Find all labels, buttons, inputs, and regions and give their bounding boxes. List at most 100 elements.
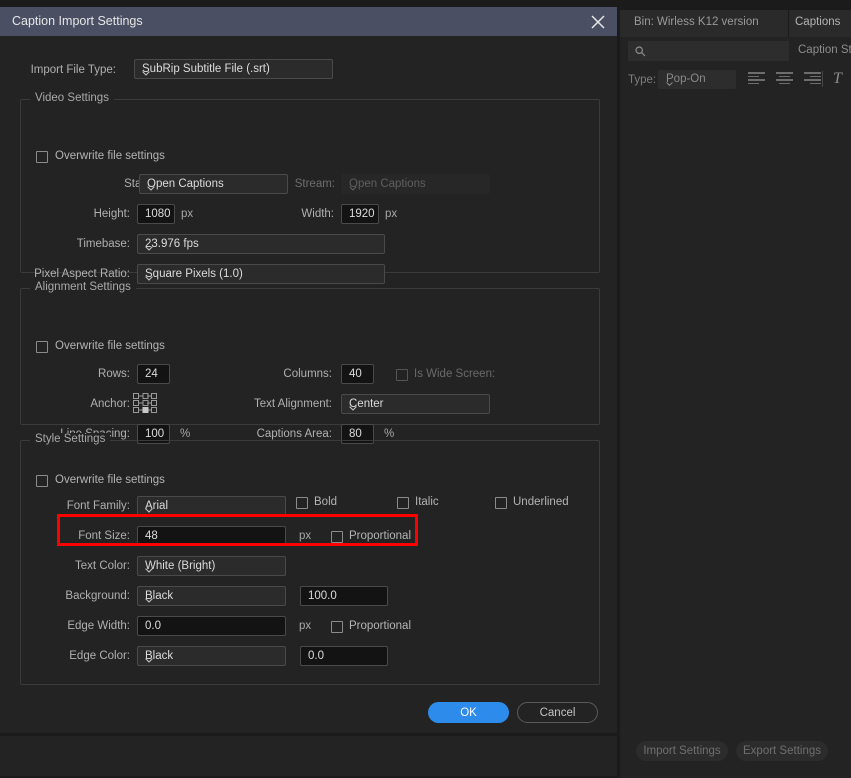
- edge-color-select[interactable]: Black: [137, 646, 286, 666]
- import-settings-button[interactable]: Import Settings: [636, 741, 728, 761]
- font-family-select[interactable]: Arial: [137, 496, 286, 516]
- import-file-type-value: SubRip Subtitle File (.srt): [142, 63, 270, 75]
- font-size-input[interactable]: 48: [137, 526, 286, 546]
- height-unit: px: [181, 208, 194, 220]
- underlined-checkbox[interactable]: [495, 497, 507, 509]
- align-left-icon[interactable]: [748, 70, 765, 87]
- stream-select: Open Captions: [341, 174, 490, 194]
- right-panel-footer: Import Settings Export Settings: [620, 741, 851, 763]
- is-wide-screen-checkbox: [396, 369, 408, 381]
- font-size-unit: px: [299, 530, 312, 542]
- underlined-label: Underlined: [513, 496, 569, 508]
- text-color-value: White (Bright): [145, 560, 216, 572]
- background-opacity-value: 100.0: [308, 590, 337, 602]
- width-value: 1920: [349, 208, 375, 220]
- edge-color-opacity-input[interactable]: 0.0: [300, 646, 388, 666]
- pixel-aspect-ratio-value: Square Pixels (1.0): [145, 268, 243, 280]
- edge-color-label: Edge Color:: [69, 650, 130, 662]
- right-panel-tabbar: Bin: Wirless K12 version Captions: [620, 10, 851, 37]
- stream-label: Stream:: [294, 178, 335, 190]
- pixel-aspect-ratio-label: Pixel Aspect Ratio:: [34, 268, 130, 280]
- text-alignment-select[interactable]: Center: [341, 394, 490, 414]
- bold-checkbox[interactable]: [296, 497, 308, 509]
- background-opacity-input[interactable]: 100.0: [300, 586, 388, 606]
- edge-width-label: Edge Width:: [67, 620, 130, 632]
- chevron-down-icon: [142, 67, 150, 76]
- width-label: Width:: [301, 208, 334, 220]
- chevron-down-icon: [349, 182, 357, 191]
- video-overwrite-checkbox[interactable]: [36, 151, 48, 163]
- app-root: Bin: Wirless K12 version Captions Captio…: [0, 0, 851, 778]
- toolbar-separator: [822, 71, 823, 87]
- pixel-aspect-ratio-select[interactable]: Square Pixels (1.0): [137, 264, 385, 284]
- edge-width-input[interactable]: 0.0: [137, 616, 286, 636]
- background-label: Background:: [65, 590, 130, 602]
- anchor-label: Anchor:: [90, 398, 130, 410]
- chevron-down-icon: [349, 402, 357, 411]
- columns-input[interactable]: 40: [341, 364, 374, 384]
- dialog-titlebar: Caption Import Settings: [0, 7, 617, 36]
- video-settings-title: Video Settings: [30, 92, 114, 104]
- style-overwrite-label: Overwrite file settings: [55, 474, 165, 486]
- edge-width-proportional-checkbox[interactable]: [331, 621, 343, 633]
- background-select[interactable]: Black: [137, 586, 286, 606]
- italic-text-icon[interactable]: T: [833, 70, 842, 88]
- edge-width-proportional-label: Proportional: [349, 620, 412, 632]
- font-size-proportional-checkbox[interactable]: [331, 531, 343, 543]
- rows-label: Rows:: [98, 368, 130, 380]
- chevron-down-icon: [666, 77, 673, 86]
- chevron-down-icon: [145, 564, 153, 573]
- caption-import-settings-dialog: Caption Import Settings Import File Type…: [0, 7, 617, 733]
- font-family-label: Font Family:: [66, 500, 130, 512]
- chevron-down-icon: [145, 654, 153, 663]
- style-overwrite-checkbox[interactable]: [36, 475, 48, 487]
- chevron-down-icon: [145, 504, 153, 513]
- tabbar-divider: [788, 10, 789, 37]
- close-icon[interactable]: [589, 13, 607, 31]
- ok-button[interactable]: OK: [428, 702, 509, 723]
- type-select[interactable]: Pop-On: [658, 70, 736, 89]
- rows-value: 24: [145, 368, 158, 380]
- rows-input[interactable]: 24: [137, 364, 170, 384]
- align-right-icon[interactable]: [804, 70, 821, 87]
- font-size-value: 48: [145, 530, 158, 542]
- video-overwrite-label: Overwrite file settings: [55, 150, 165, 162]
- height-label: Height:: [93, 208, 130, 220]
- font-size-proportional-label: Proportional: [349, 530, 412, 542]
- text-color-label: Text Color:: [75, 560, 130, 572]
- alignment-overwrite-checkbox[interactable]: [36, 341, 48, 353]
- style-settings-title: Style Settings: [30, 433, 111, 445]
- tab-captions[interactable]: Captions: [795, 16, 840, 28]
- width-input[interactable]: 1920: [341, 204, 379, 224]
- width-unit: px: [385, 208, 398, 220]
- caption-stream-label: Caption Str: [798, 44, 851, 56]
- align-center-icon[interactable]: [776, 70, 793, 87]
- is-wide-screen-label: Is Wide Screen:: [414, 368, 496, 380]
- right-panel: [620, 0, 851, 778]
- tab-bin[interactable]: Bin: Wirless K12 version: [634, 16, 759, 28]
- timebase-value: 23.976 fps: [145, 238, 199, 250]
- captions-area-unit: %: [384, 428, 395, 440]
- text-color-select[interactable]: White (Bright): [137, 556, 286, 576]
- stream-value: Open Captions: [349, 178, 426, 190]
- bottom-toolbar: +: [0, 736, 617, 776]
- bold-label: Bold: [314, 496, 338, 508]
- height-input[interactable]: 1080: [137, 204, 175, 224]
- import-file-type-select[interactable]: SubRip Subtitle File (.srt): [134, 59, 333, 79]
- search-input[interactable]: [628, 41, 789, 61]
- height-value: 1080: [145, 208, 171, 220]
- right-panel-search-row: Caption Str: [620, 41, 851, 61]
- line-spacing-unit: %: [180, 428, 191, 440]
- cancel-button[interactable]: Cancel: [517, 702, 598, 723]
- timebase-label: Timebase:: [76, 238, 130, 250]
- dialog-title: Caption Import Settings: [12, 14, 143, 28]
- italic-checkbox[interactable]: [397, 497, 409, 509]
- type-label: Type:: [628, 74, 657, 86]
- anchor-grid-selector[interactable]: [132, 392, 158, 416]
- export-settings-button[interactable]: Export Settings: [736, 741, 828, 761]
- italic-label: Italic: [415, 496, 439, 508]
- timebase-select[interactable]: 23.976 fps: [137, 234, 385, 254]
- right-panel-top-strip: [620, 0, 851, 10]
- edge-width-unit: px: [299, 620, 312, 632]
- text-align-icon-group: [748, 70, 821, 87]
